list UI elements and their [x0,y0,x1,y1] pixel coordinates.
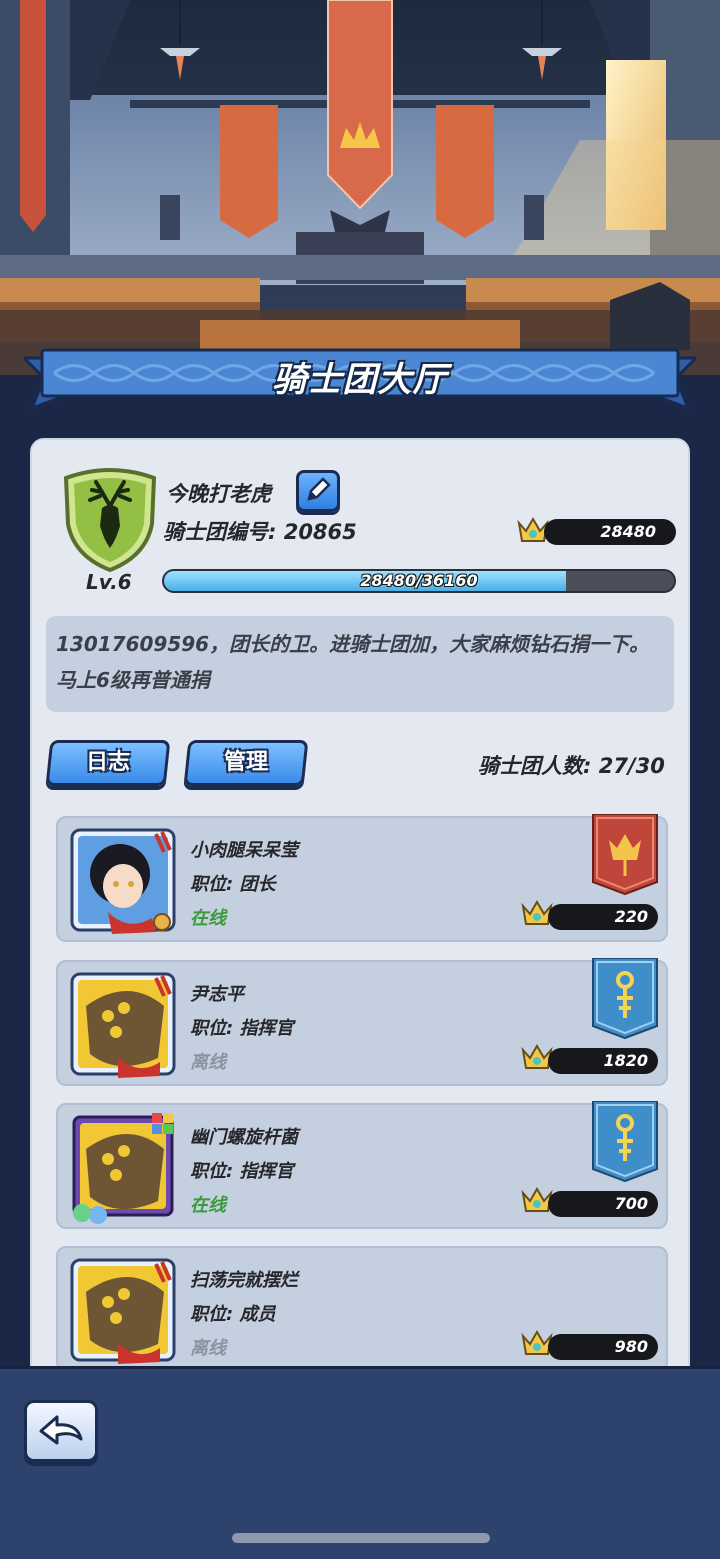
guild-emblem-icon [63,468,157,572]
log-button[interactable]: 日志 [45,740,171,786]
guild-name: 今晚打老虎 [166,482,271,506]
home-indicator[interactable] [232,1533,490,1543]
member-avatar-icon [70,972,176,1078]
guild-id: 骑士团编号: 20865 [163,520,357,544]
member-status: 离线 [190,1052,226,1073]
member-avatar-icon [70,1258,176,1364]
sword-flag-icon [592,1101,658,1183]
member-status: 离线 [190,1338,226,1359]
pencil-icon [307,477,331,501]
member-count: 骑士团人数: 27/30 [478,754,665,778]
member-trophies: 700 [548,1191,658,1217]
sword-flag-icon [592,958,658,1040]
page-title: 骑士团大厅 [272,360,448,400]
guild-xp-text: 28480/36160 [360,571,478,590]
member-role: 职位: 指挥官 [190,1018,294,1039]
guild-hall-screen: { "header": {"title": "骑士团大厅"}, "guild":… [0,0,720,1559]
guild-trophies: 28480 [544,519,676,545]
member-card[interactable]: 幽门螺旋杆菌 职位: 指挥官 在线 700 [56,1101,668,1229]
back-button[interactable] [24,1400,98,1462]
member-role: 职位: 指挥官 [190,1161,294,1182]
member-role: 职位: 团长 [190,874,276,895]
back-arrow-icon [39,1415,83,1445]
manage-button[interactable]: 管理 [183,740,309,786]
crown-flag-icon [592,814,658,896]
member-role: 职位: 成员 [190,1304,276,1325]
log-button-label: 日志 [85,750,130,775]
member-trophies: 220 [548,904,658,930]
member-avatar-icon [72,1113,174,1224]
member-name: 幽门螺旋杆菌 [190,1127,298,1148]
manage-button-label: 管理 [223,750,268,775]
member-trophies: 1820 [548,1048,658,1074]
guild-xp-bar: 28480/36160 [162,569,676,593]
bottom-bar [0,1366,720,1559]
member-avatar-icon [70,828,176,934]
member-card[interactable]: 小肉腿呆呆莹 职位: 团长 在线 220 [56,814,668,942]
member-name: 小肉腿呆呆莹 [190,840,298,861]
edit-guild-name-button[interactable] [296,470,340,512]
member-card[interactable]: 扫荡完就摆烂 职位: 成员 离线 980 [56,1246,668,1366]
hall-background-scene [0,0,720,375]
guild-level: Lv.6 [86,570,132,594]
member-trophies: 980 [548,1334,658,1360]
guild-notice: 13017609596，团长的卫。进骑士团加，大家麻烦钻石捐一下。马上6级再普通… [46,616,674,712]
member-name: 尹志平 [190,984,244,1005]
member-status: 在线 [190,1195,226,1216]
member-name: 扫荡完就摆烂 [190,1270,298,1291]
member-card[interactable]: 尹志平 职位: 指挥官 离线 1820 [56,958,668,1086]
member-status: 在线 [190,908,226,929]
member-list[interactable]: 小肉腿呆呆莹 职位: 团长 在线 220 尹志平 职位: 指挥官 离线 1820… [0,800,720,1366]
